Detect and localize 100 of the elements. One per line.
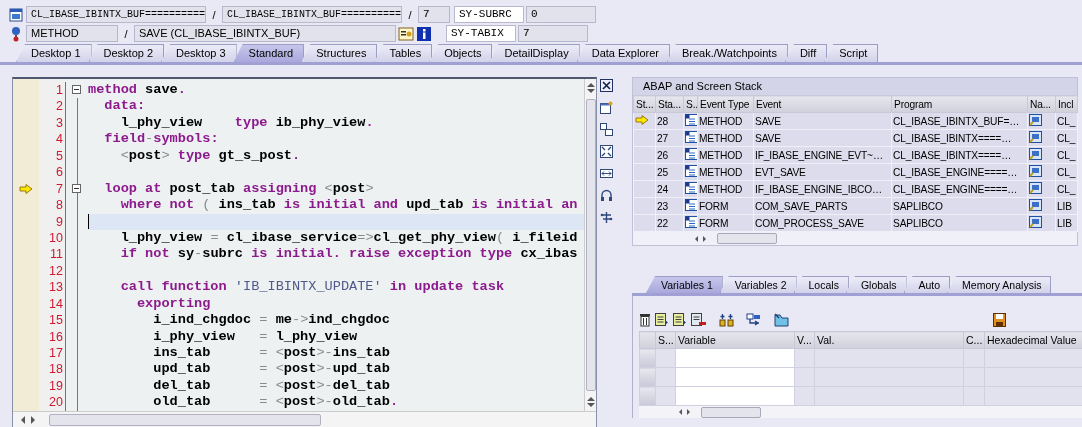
line-number: 4	[39, 131, 66, 148]
method-icon	[685, 216, 697, 228]
column-header[interactable]: Val.	[814, 331, 964, 349]
tab[interactable]: Tables	[374, 44, 433, 62]
tab[interactable]: Objects	[429, 44, 493, 62]
new-window-icon[interactable]	[600, 101, 614, 114]
screen-icon[interactable]	[1029, 148, 1042, 160]
layout-icon[interactable]	[600, 123, 614, 136]
fit-icon[interactable]	[600, 145, 614, 158]
screen-icon[interactable]	[1029, 182, 1042, 194]
document-icon[interactable]	[691, 313, 707, 327]
tab[interactable]: Auto	[903, 276, 951, 293]
close-icon[interactable]	[600, 79, 614, 92]
field-name: SY-TABIX	[446, 25, 516, 42]
line-number: 3	[39, 114, 66, 132]
collapse-icon[interactable]	[72, 183, 81, 193]
screen-icon[interactable]	[1029, 114, 1042, 126]
line-number: 10	[39, 229, 66, 247]
tab[interactable]: Script	[824, 44, 879, 62]
group-icon[interactable]	[719, 313, 734, 327]
line-number: 11	[39, 246, 66, 263]
tab[interactable]: Variables 2	[719, 276, 797, 293]
tab[interactable]: DetailDisplay	[489, 44, 580, 62]
code-line: i_ind_chgdoc = me->ind_chgdoc	[152, 312, 390, 328]
code-line: ins_tab = <post>-ins_tab	[152, 345, 390, 360]
line-number: 6	[39, 164, 66, 181]
line-number: 9	[39, 213, 66, 230]
column-header[interactable]: C...	[963, 331, 985, 349]
details-icon[interactable]	[398, 25, 414, 42]
horizontal-scrollbar[interactable]	[633, 232, 1077, 245]
method-icon	[685, 199, 697, 211]
column-header[interactable]: Program	[891, 95, 1028, 113]
display-field: CL_IBASE_IBINTX_BUF==========	[222, 6, 402, 23]
code-line: where not ( ins_tab is initial and upd_tab is initial an	[119, 197, 578, 213]
line-number: 1	[39, 82, 66, 99]
headset-icon[interactable]	[600, 189, 614, 202]
code-line: exporting	[135, 295, 211, 311]
code-line: l_phy_view = cl_ibase_service=>cl_get_phy_view( i_fileid	[119, 229, 578, 245]
line-number: 16	[39, 328, 66, 345]
tab[interactable]: Structures	[301, 44, 378, 62]
code-line: upd_tab = <post>-upd_tab	[152, 361, 390, 377]
separator: /	[407, 8, 413, 21]
tab[interactable]: Standard	[233, 44, 305, 62]
separator: /	[123, 27, 129, 40]
column-header[interactable]: Event	[753, 95, 892, 113]
column-header[interactable]: Event Type	[697, 95, 754, 113]
code-line: i_phy_view = l_phy_view	[152, 328, 358, 344]
column-header[interactable]: Hexadecimal Value	[984, 331, 1082, 349]
line-number: 18	[39, 361, 66, 378]
screen-icon[interactable]	[1029, 165, 1042, 177]
screen-icon[interactable]	[1029, 199, 1042, 211]
collapse-icon[interactable]	[72, 85, 81, 94]
resize-icon[interactable]	[600, 167, 614, 180]
tab[interactable]: Data Explorer	[576, 44, 670, 62]
tab[interactable]: Variables 1	[646, 276, 723, 293]
line-number: 20	[39, 394, 66, 411]
horizontal-scrollbar[interactable]	[639, 406, 1082, 418]
line-number: 12	[39, 262, 66, 280]
info-icon[interactable]	[416, 25, 432, 42]
display-field: 7	[518, 25, 588, 42]
display-field: CL_IBASE_IBINTX_BUF==========	[26, 6, 206, 23]
code-line: l_phy_view type ib_phy_view.	[119, 114, 374, 130]
line-number: 17	[39, 345, 66, 362]
tab[interactable]: Globals	[845, 276, 907, 293]
network-icon[interactable]	[746, 313, 762, 327]
tab[interactable]: Desktop 1	[16, 44, 92, 62]
code-line: loop at post_tab assigning <post>	[103, 180, 374, 196]
delete-icon[interactable]	[639, 313, 651, 327]
display-field: 0	[526, 6, 596, 23]
horizontal-scrollbar[interactable]	[13, 411, 597, 427]
document-icon[interactable]	[655, 313, 669, 327]
field-name: SY-SUBRC	[454, 6, 524, 23]
column-header[interactable]: Incl	[1055, 95, 1078, 113]
tab[interactable]: Diff	[784, 44, 828, 62]
code-line: if not sy-subrc is initial. raise exception type cx_ibas	[119, 246, 578, 262]
save-icon[interactable]	[993, 313, 1006, 327]
column-header[interactable]: St...	[633, 95, 656, 113]
method-icon	[685, 182, 697, 194]
vertical-scrollbar[interactable]	[584, 79, 597, 411]
tree-icon[interactable]	[600, 211, 614, 224]
column-header[interactable]: Na...	[1027, 95, 1056, 113]
code-line: call function 'IB_IBINTX_UPDATE' in update task	[119, 279, 505, 295]
code-line: field-symbols:	[103, 131, 219, 147]
tab[interactable]: Break./Watchpoints	[666, 44, 788, 62]
folder-icon[interactable]	[774, 313, 789, 327]
line-number: 5	[39, 147, 66, 165]
screen-icon[interactable]	[1029, 131, 1042, 143]
method-icon	[685, 114, 697, 126]
tab[interactable]: Memory Analysis	[947, 276, 1052, 293]
column-header[interactable]: Variable	[675, 331, 795, 349]
tab[interactable]: Desktop 3	[161, 44, 237, 62]
line-number: 15	[39, 312, 66, 329]
document-icon[interactable]	[673, 313, 687, 327]
screen-icon[interactable]	[1029, 216, 1042, 228]
display-field: 7	[418, 6, 450, 23]
code-line: old_tab = <post>-old_tab.	[152, 394, 399, 410]
tab[interactable]: Locals	[793, 276, 849, 293]
tab[interactable]: Desktop 2	[88, 44, 165, 62]
column-header[interactable]: Sta...	[655, 95, 684, 113]
code-line: del_tab = <post>-del_tab	[152, 377, 390, 393]
